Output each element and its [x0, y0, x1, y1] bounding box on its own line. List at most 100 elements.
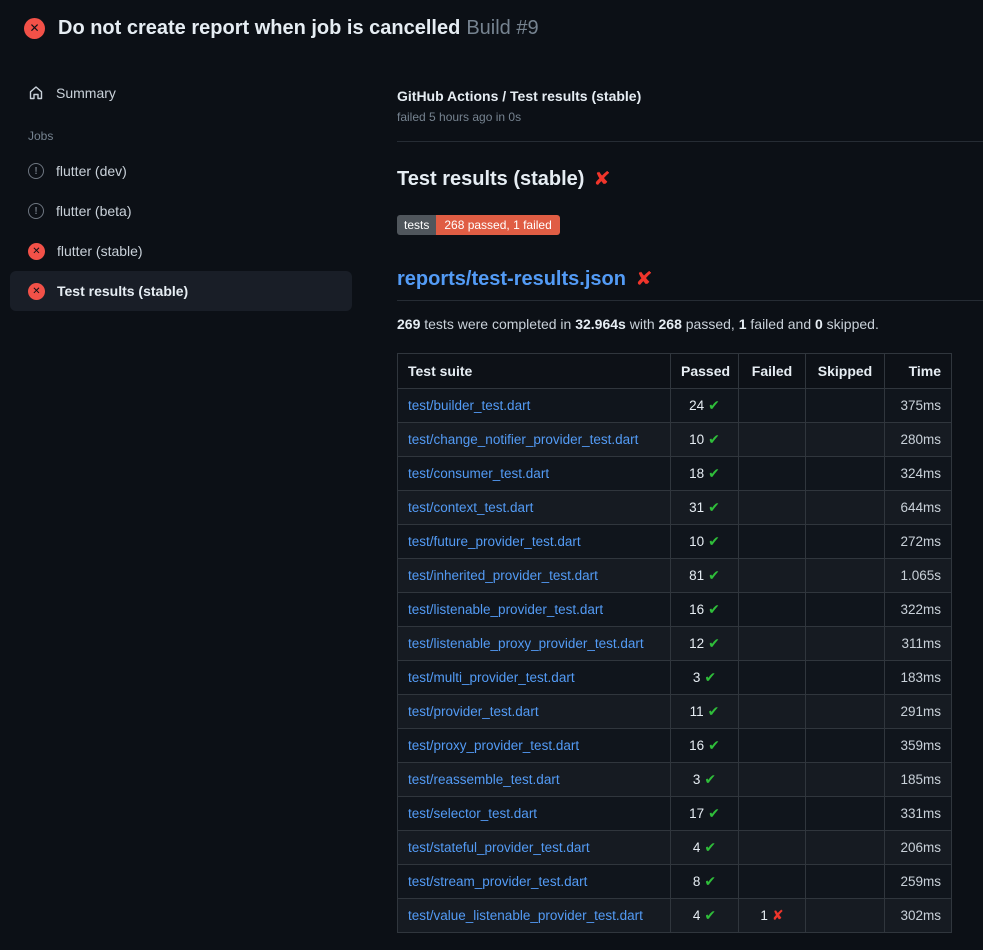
test-suite-cell: test/stream_provider_test.dart	[398, 865, 671, 899]
test-results-table: Test suite Passed Failed Skipped Time te…	[397, 353, 952, 933]
table-row: test/reassemble_test.dart3✔185ms	[398, 763, 952, 797]
report-title: reports/test-results.json ✘	[397, 268, 983, 291]
test-suite-link[interactable]: test/value_listenable_provider_test.dart	[408, 908, 643, 923]
failed-cell	[739, 627, 806, 661]
check-icon: ✔	[704, 907, 716, 923]
failed-cell	[739, 491, 806, 525]
run-failed-status-icon: ✕	[24, 18, 45, 39]
col-header-passed: Passed	[671, 354, 739, 389]
test-suite-link[interactable]: test/reassemble_test.dart	[408, 772, 560, 787]
failed-cell	[739, 525, 806, 559]
cross-icon: ✘	[772, 907, 784, 923]
table-row: test/future_provider_test.dart 10✔ 272ms	[398, 525, 952, 559]
table-row: test/value_listenable_provider_test.dart…	[398, 899, 952, 933]
divider	[397, 300, 983, 301]
test-suite-link[interactable]: test/inherited_provider_test.dart	[408, 568, 598, 583]
summary-part: skipped.	[823, 316, 879, 332]
passed-cell: 3✔	[671, 763, 739, 797]
time-cell: 322ms	[885, 593, 952, 627]
table-row: test/selector_test.dart17✔331ms	[398, 797, 952, 831]
test-suite-cell: test/inherited_provider_test.dart	[398, 559, 671, 593]
test-suite-link[interactable]: test/consumer_test.dart	[408, 466, 549, 481]
sidebar-item-summary[interactable]: Summary	[10, 73, 352, 113]
passed-cell: 17 ✔	[671, 797, 739, 831]
test-suite-link[interactable]: test/listenable_provider_test.dart	[408, 602, 603, 617]
home-icon	[28, 85, 44, 101]
test-suite-link[interactable]: test/provider_test.dart	[408, 704, 539, 719]
col-header-test-suite: Test suite	[398, 354, 671, 389]
breadcrumb: GitHub Actions / Test results (stable)	[397, 88, 983, 104]
divider	[397, 141, 983, 142]
failed-cell	[739, 457, 806, 491]
col-header-time: Time	[885, 354, 952, 389]
table-row: test/context_test.dart31✔644ms	[398, 491, 952, 525]
test-suite-cell: test/change_notifier_provider_test.dart	[398, 423, 671, 457]
job-label: flutter (dev)	[56, 163, 127, 179]
check-icon: ✔	[708, 397, 720, 413]
test-suite-link[interactable]: test/context_test.dart	[408, 500, 533, 515]
skipped-cell	[806, 695, 885, 729]
test-suite-link[interactable]: test/proxy_provider_test.dart	[408, 738, 579, 753]
test-suite-cell: test/future_provider_test.dart	[398, 525, 671, 559]
passed-cell-count: 16	[689, 602, 704, 617]
passed-cell-count: 12	[689, 636, 704, 651]
check-icon: ✔	[704, 873, 716, 889]
summary-part: tests were completed in	[420, 316, 575, 332]
test-suite-link[interactable]: test/change_notifier_provider_test.dart	[408, 432, 638, 447]
sidebar-item-job-0[interactable]: ! flutter (dev)	[10, 151, 352, 191]
passed-cell-count: 17	[689, 806, 704, 821]
test-suite-link[interactable]: test/selector_test.dart	[408, 806, 537, 821]
failed-cell	[739, 559, 806, 593]
sidebar-item-job-3[interactable]: ✕Test results (stable)	[10, 271, 352, 311]
time-cell: 375ms	[885, 389, 952, 423]
test-suite-link[interactable]: test/stateful_provider_test.dart	[408, 840, 590, 855]
job-neutral-icon: !	[28, 163, 44, 179]
test-suite-cell: test/reassemble_test.dart	[398, 763, 671, 797]
time-cell: 280ms	[885, 423, 952, 457]
skipped-cell	[806, 559, 885, 593]
passed-cell-count: 4	[693, 908, 701, 923]
passed-cell-count: 31	[689, 500, 704, 515]
skipped-cell	[806, 491, 885, 525]
check-icon: ✔	[708, 805, 720, 821]
check-icon: ✔	[708, 737, 720, 753]
test-suite-cell: test/stateful_provider_test.dart	[398, 831, 671, 865]
time-cell: 302ms	[885, 899, 952, 933]
time-cell: 324ms	[885, 457, 952, 491]
passed-cell: 10✔	[671, 525, 739, 559]
check-icon: ✔	[704, 771, 716, 787]
skipped-cell	[806, 457, 885, 491]
passed-cell: 12 ✔	[671, 627, 739, 661]
passed-cell: 31✔	[671, 491, 739, 525]
test-suite-link[interactable]: test/builder_test.dart	[408, 398, 530, 413]
sidebar-item-job-2[interactable]: ✕flutter (stable)	[10, 231, 352, 271]
failed-cell: 1✘	[739, 899, 806, 933]
test-suite-cell: test/proxy_provider_test.dart	[398, 729, 671, 763]
failed-cell	[739, 695, 806, 729]
check-icon: ✔	[708, 533, 720, 549]
table-row: test/multi_provider_test.dart3✔183ms	[398, 661, 952, 695]
test-suite-link[interactable]: test/listenable_proxy_provider_test.dart	[408, 636, 644, 651]
test-suite-link[interactable]: test/future_provider_test.dart	[408, 534, 581, 549]
job-label: Test results (stable)	[57, 283, 188, 299]
table-row: test/builder_test.dart24✔375ms	[398, 389, 952, 423]
test-suite-link[interactable]: test/multi_provider_test.dart	[408, 670, 575, 685]
test-suite-link[interactable]: test/stream_provider_test.dart	[408, 874, 587, 889]
sidebar-item-label: Summary	[56, 85, 116, 101]
report-file-link[interactable]: reports/test-results.json	[397, 268, 626, 291]
summary-part: passed,	[682, 316, 739, 332]
summary-part: 32.964s	[575, 316, 626, 332]
test-suite-cell: test/listenable_proxy_provider_test.dart	[398, 627, 671, 661]
sidebar-item-job-1[interactable]: !flutter (beta)	[10, 191, 352, 231]
check-icon: ✔	[708, 635, 720, 651]
job-summary-panel: GitHub Actions / Test results (stable) f…	[397, 56, 983, 933]
jobs-list: ! flutter (dev) !flutter (beta)✕flutter (s…	[0, 151, 397, 311]
time-cell: 272ms	[885, 525, 952, 559]
build-number: Build #9	[466, 17, 538, 39]
table-row: test/listenable_provider_test.dart16✔322…	[398, 593, 952, 627]
test-suite-cell: test/listenable_provider_test.dart	[398, 593, 671, 627]
section-title-text: Test results (stable)	[397, 168, 584, 191]
test-suite-cell: test/value_listenable_provider_test.dart	[398, 899, 671, 933]
passed-cell: 4✔	[671, 899, 739, 933]
check-icon: ✔	[704, 839, 716, 855]
